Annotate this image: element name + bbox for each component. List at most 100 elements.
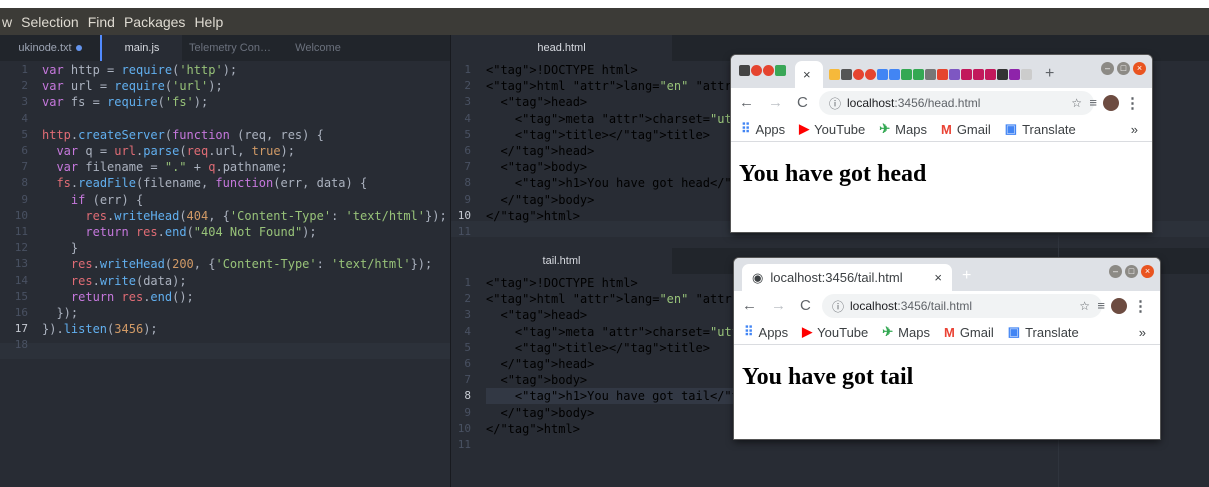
forward-arrow-icon[interactable]: → (768, 94, 783, 111)
line-number-gutter: 1 2 3 4 5 6 7 8 9 10 11 (451, 275, 471, 453)
bookmark-apps[interactable]: ⠿ Apps (744, 324, 788, 340)
translate-icon: ▣ (1007, 324, 1021, 339)
close-tab-icon[interactable]: × (803, 67, 811, 82)
favicon-icon[interactable] (985, 68, 996, 80)
tab-head-html[interactable]: head.html (451, 35, 672, 61)
menu-help[interactable]: Help (194, 14, 223, 30)
favicon-icon[interactable] (739, 65, 750, 76)
bookmark-apps[interactable]: ⠿ Apps (741, 121, 785, 137)
avatar[interactable] (1103, 94, 1119, 111)
close-tab-icon[interactable]: × (934, 270, 942, 285)
back-arrow-icon[interactable]: ← (742, 297, 757, 314)
url-host: localhost (847, 96, 895, 110)
window-controls: – □ × (1109, 265, 1154, 278)
favicon-icon[interactable] (937, 68, 948, 80)
bookmark-star-icon[interactable]: ☆ (1079, 299, 1090, 313)
bookmarks-overflow-button[interactable]: » (1131, 122, 1138, 137)
back-arrow-icon[interactable]: ← (739, 94, 754, 111)
tab-main-js[interactable]: main.js (102, 35, 182, 61)
code-line: res.write(data); (70, 273, 187, 288)
line-number: 1 (464, 276, 471, 289)
bookmark-youtube[interactable]: ▶ YouTube (802, 324, 868, 340)
line-number: 12 (14, 241, 28, 255)
close-window-icon[interactable]: × (1141, 265, 1154, 278)
gmail-icon: M (940, 121, 952, 137)
favicon-icon[interactable] (961, 68, 972, 80)
maximize-icon[interactable]: □ (1117, 62, 1130, 75)
favicon-icon[interactable] (865, 68, 876, 80)
tab-telemetry[interactable]: Telemetry Con… (182, 35, 278, 61)
menu-view[interactable]: w (2, 14, 12, 30)
reload-icon[interactable]: C (797, 94, 808, 111)
tab-ukinode[interactable]: ukinode.txt (0, 35, 100, 61)
bookmark-maps[interactable]: ✈ Maps (879, 121, 927, 137)
favicon-icon[interactable] (949, 68, 960, 80)
code-line: var http = require('http'); (42, 63, 238, 77)
close-window-icon[interactable]: × (1133, 62, 1146, 75)
bookmark-youtube[interactable]: ▶ YouTube (799, 121, 865, 137)
favicon-icon[interactable] (997, 68, 1008, 80)
address-bar[interactable]: ⓘ localhost:3456/tail.html ☆ (822, 294, 1102, 318)
bookmark-gmail[interactable]: M Gmail (944, 325, 994, 340)
favicon-icon[interactable] (751, 65, 762, 76)
browser-tab-title: localhost:3456/tail.html (770, 270, 903, 285)
line-number: 2 (21, 79, 28, 93)
tab-tail-html[interactable]: tail.html (451, 248, 672, 274)
line-number: 6 (464, 144, 471, 158)
favicon-icon[interactable] (889, 68, 900, 80)
menu-find[interactable]: Find (88, 14, 115, 30)
menu-kebab-icon[interactable]: ⋮ (1133, 297, 1148, 315)
line-number: 17 (14, 322, 28, 336)
bookmark-label: Maps (898, 324, 930, 340)
line-number: 2 (464, 292, 471, 306)
code-line: }).listen(3456); (42, 322, 158, 337)
bookmark-maps[interactable]: ✈ Maps (882, 324, 930, 340)
avatar[interactable] (1111, 297, 1127, 314)
favicon-icon[interactable] (877, 68, 888, 80)
new-tab-button[interactable]: + (1045, 65, 1054, 83)
favicon-icon[interactable] (973, 68, 984, 80)
bookmark-star-icon[interactable]: ☆ (1071, 96, 1082, 110)
minimize-icon[interactable]: – (1101, 62, 1114, 75)
favicon-icon[interactable] (775, 65, 786, 76)
bookmark-translate[interactable]: ▣ Translate (1005, 121, 1076, 137)
tab-welcome[interactable]: Welcome (278, 35, 358, 61)
editor-pane-main-js[interactable]: 1 2 3 4 5 6 7 8 9 10 11 12 13 14 15 16 17 18 var http = r… (0, 61, 450, 487)
menu-selection[interactable]: Selection (21, 14, 79, 30)
browser-window-tail[interactable]: ◉ localhost:3456/tail.html × + – □ × ← →… (734, 258, 1160, 439)
bookmark-label: Gmail (956, 121, 991, 137)
address-bar[interactable]: ⓘ localhost:3456/head.html ☆ (819, 91, 1094, 115)
tab-label: ukinode.txt (18, 42, 72, 54)
browser-window-head[interactable]: × + – □ × ← → C ⓘ localhost:3456/head.h… (731, 55, 1152, 232)
menu-packages[interactable]: Packages (124, 14, 185, 30)
favicon-icon[interactable] (853, 68, 864, 80)
favicon-icon[interactable] (1009, 68, 1020, 80)
favicon-icon[interactable] (829, 68, 840, 80)
line-number: 8 (21, 176, 28, 190)
bookmark-translate[interactable]: ▣ Translate (1008, 324, 1079, 340)
line-number: 8 (464, 176, 471, 190)
line-number: 2 (464, 79, 471, 93)
favicon-icon[interactable] (841, 68, 852, 80)
favicon-icon[interactable] (925, 68, 936, 80)
minimize-icon[interactable]: – (1109, 265, 1122, 278)
favicon-icon[interactable] (1021, 68, 1032, 80)
forward-arrow-icon[interactable]: → (771, 297, 786, 314)
pinned-favicons (739, 65, 787, 76)
reading-list-icon[interactable]: ≡ (1097, 298, 1105, 313)
new-tab-button[interactable]: + (962, 267, 971, 285)
favicon-icon[interactable] (913, 68, 924, 80)
reload-icon[interactable]: C (800, 297, 811, 314)
maximize-icon[interactable]: □ (1125, 265, 1138, 278)
menu-kebab-icon[interactable]: ⋮ (1125, 94, 1140, 112)
bookmark-gmail[interactable]: M Gmail (941, 122, 991, 137)
favicon-icon[interactable] (901, 68, 912, 80)
browser-tab-active[interactable]: ◉ localhost:3456/tail.html × (742, 264, 952, 291)
bookmarks-overflow-button[interactable]: » (1139, 325, 1146, 340)
line-number: 15 (14, 289, 28, 303)
reading-list-icon[interactable]: ≡ (1089, 95, 1097, 110)
tab-label: tail.html (542, 255, 581, 267)
favicon-icon[interactable] (763, 65, 774, 76)
browser-tab-active[interactable]: × (795, 61, 823, 88)
menu-bar: w Selection Find Packages Help (0, 8, 1209, 35)
